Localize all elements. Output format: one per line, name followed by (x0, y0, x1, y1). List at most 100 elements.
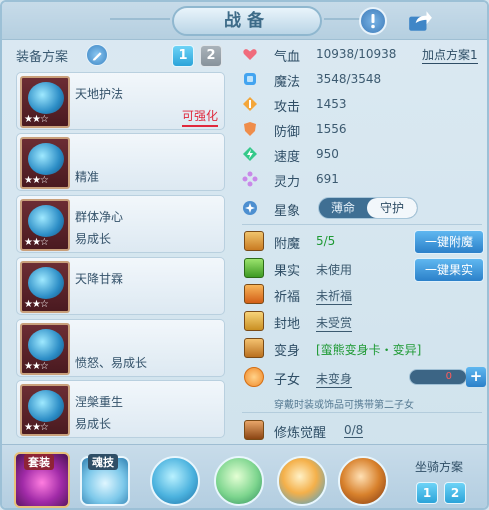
equipment-art (28, 267, 64, 299)
misc-name: 祈福 (274, 290, 301, 305)
mount-plan-label: 坐骑方案 (415, 460, 464, 474)
one-click-fruit-button[interactable]: 一键果实 (414, 258, 484, 282)
equipment-thumbnail: ★★☆ (20, 261, 70, 313)
stat-value: 1556 (316, 122, 347, 136)
equipment-slot[interactable]: ★★☆ 天降甘霖 (16, 257, 225, 315)
misc-value: 未使用 (316, 263, 353, 277)
spirit-icon (242, 171, 258, 187)
stat-name: 攻击 (274, 100, 301, 115)
attack-icon (243, 97, 257, 111)
blessing-row[interactable]: 祈福 未祈福 (242, 283, 487, 305)
equipment-plan-label: 装备方案 (16, 50, 69, 65)
misc-name: 附魔 (274, 237, 301, 252)
skill-slot[interactable] (277, 456, 327, 506)
equipment-thumbnail: ★★☆ (20, 137, 70, 189)
misc-name: 变身 (274, 344, 301, 359)
misc-name: 封地 (274, 317, 301, 332)
stat-attack: 攻击 1453 (242, 94, 482, 115)
misc-name: 果实 (274, 264, 301, 279)
equipment-slot[interactable]: ★★☆ 天地护法 可强化 (16, 72, 225, 130)
share-icon (409, 11, 432, 31)
equipment-slot[interactable]: ★★☆ 精准 (16, 133, 225, 191)
star-rating: ★★☆ (24, 175, 49, 186)
misc-value[interactable]: 未变身 (316, 370, 353, 388)
equipment-art (28, 82, 64, 114)
transform-row[interactable]: 变身 [蛮熊变身卡・变异] (242, 337, 487, 359)
title-ornament-left (110, 18, 170, 20)
mana-icon (244, 73, 256, 85)
misc-value: 5/5 (316, 234, 336, 248)
section-divider (242, 412, 482, 413)
misc-name: 子女 (274, 373, 301, 388)
blessing-icon (244, 284, 264, 304)
share-button[interactable] (405, 7, 435, 35)
star-rating: ★★☆ (24, 114, 49, 125)
misc-value[interactable]: [蛮熊变身卡・变异] (316, 341, 421, 358)
stat-value: 3548/3548 (316, 72, 382, 86)
transform-icon (244, 338, 264, 358)
star-rating: ★★☆ (24, 299, 49, 310)
stat-value: 1453 (316, 97, 347, 111)
exclamation-icon (371, 14, 375, 29)
enchant-icon (244, 231, 264, 251)
equipment-slot[interactable]: ★★☆ 群体净心 易成长 (16, 195, 225, 253)
equipment-slot[interactable]: ★★☆ 涅槃重生 易成长 (16, 380, 225, 438)
equipment-slot[interactable]: ★★☆ 愤怒、易成长 (16, 319, 225, 377)
stat-name: 气血 (274, 50, 301, 65)
one-click-enchant-button[interactable]: 一键附魔 (414, 230, 484, 254)
fief-icon (244, 311, 264, 331)
equipment-trait: 愤怒、易成长 (75, 356, 148, 370)
equipment-trait: 易成长 (75, 232, 112, 246)
child-count-bar: 0 (409, 369, 467, 385)
cultivation-icon (244, 420, 264, 440)
skill-slot[interactable] (338, 456, 388, 506)
star-sign-toggle[interactable]: 薄命 守护 (318, 197, 418, 219)
equipment-name: 天地护法 (75, 87, 124, 101)
section-divider (242, 224, 482, 225)
mount-plan-tab-2[interactable]: 2 (444, 482, 466, 504)
stat-value: 10938/10938 (316, 47, 397, 61)
mount-plan-tab-1[interactable]: 1 (416, 482, 438, 504)
stat-hp: 气血 10938/10938 (242, 44, 482, 65)
cultivation-value[interactable]: 0/8 (344, 423, 364, 438)
title-bar: 战备 (2, 2, 487, 40)
star-sign-label: 星象 (274, 204, 301, 219)
star-sign-option-1[interactable]: 薄命 (319, 198, 367, 218)
equipment-thumbnail: ★★☆ (20, 76, 70, 128)
star-sign-option-2[interactable]: 守护 (367, 198, 417, 218)
star-rating: ★★☆ (24, 422, 49, 433)
stat-value: 950 (316, 147, 339, 161)
skill-slot[interactable] (214, 456, 264, 506)
second-child-hint: 穿戴时装或饰品可携带第二子女 (274, 400, 414, 411)
speed-icon (243, 147, 257, 161)
pencil-icon (92, 51, 102, 60)
window-title: 战备 (172, 6, 322, 36)
info-button[interactable] (359, 7, 387, 35)
equipment-plan-tab-1[interactable]: 1 (172, 45, 194, 67)
battle-prep-window: 战备 装备方案 1 2 ★★☆ 天地护法 可强化 ★★☆ 精准 ★★☆ 群体净心… (0, 0, 489, 510)
stat-mp: 魔法 3548/3548 (242, 69, 482, 90)
equipment-trait: 精准 (75, 170, 100, 184)
cultivation-row[interactable]: 修炼觉醒 0/8 (242, 419, 487, 441)
outfit-tag: 套装 (24, 454, 54, 470)
skill-slot[interactable] (150, 456, 200, 506)
star-rating: ★★☆ (24, 237, 49, 248)
misc-value[interactable]: 未受赏 (316, 314, 353, 332)
add-child-button[interactable]: + (466, 367, 486, 387)
equipment-name: 涅槃重生 (75, 395, 124, 409)
star-rating: ★★☆ (24, 361, 49, 372)
equipment-name: 天降甘霖 (75, 272, 124, 286)
equipment-trait: 易成长 (75, 417, 112, 431)
stat-name: 魔法 (274, 75, 301, 90)
equipment-thumbnail: ★★☆ (20, 199, 70, 251)
fief-row[interactable]: 封地 未受赏 (242, 310, 487, 332)
cultivation-name: 修炼觉醒 (274, 426, 327, 441)
stat-speed: 速度 950 (242, 144, 482, 165)
misc-value[interactable]: 未祈福 (316, 287, 353, 305)
stat-name: 速度 (274, 150, 301, 165)
heart-icon (243, 49, 257, 60)
defense-icon (244, 122, 256, 136)
edit-plan-button[interactable] (86, 44, 108, 66)
equipment-plan-tab-2[interactable]: 2 (200, 45, 222, 67)
upgradeable-link[interactable]: 可强化 (181, 107, 218, 127)
